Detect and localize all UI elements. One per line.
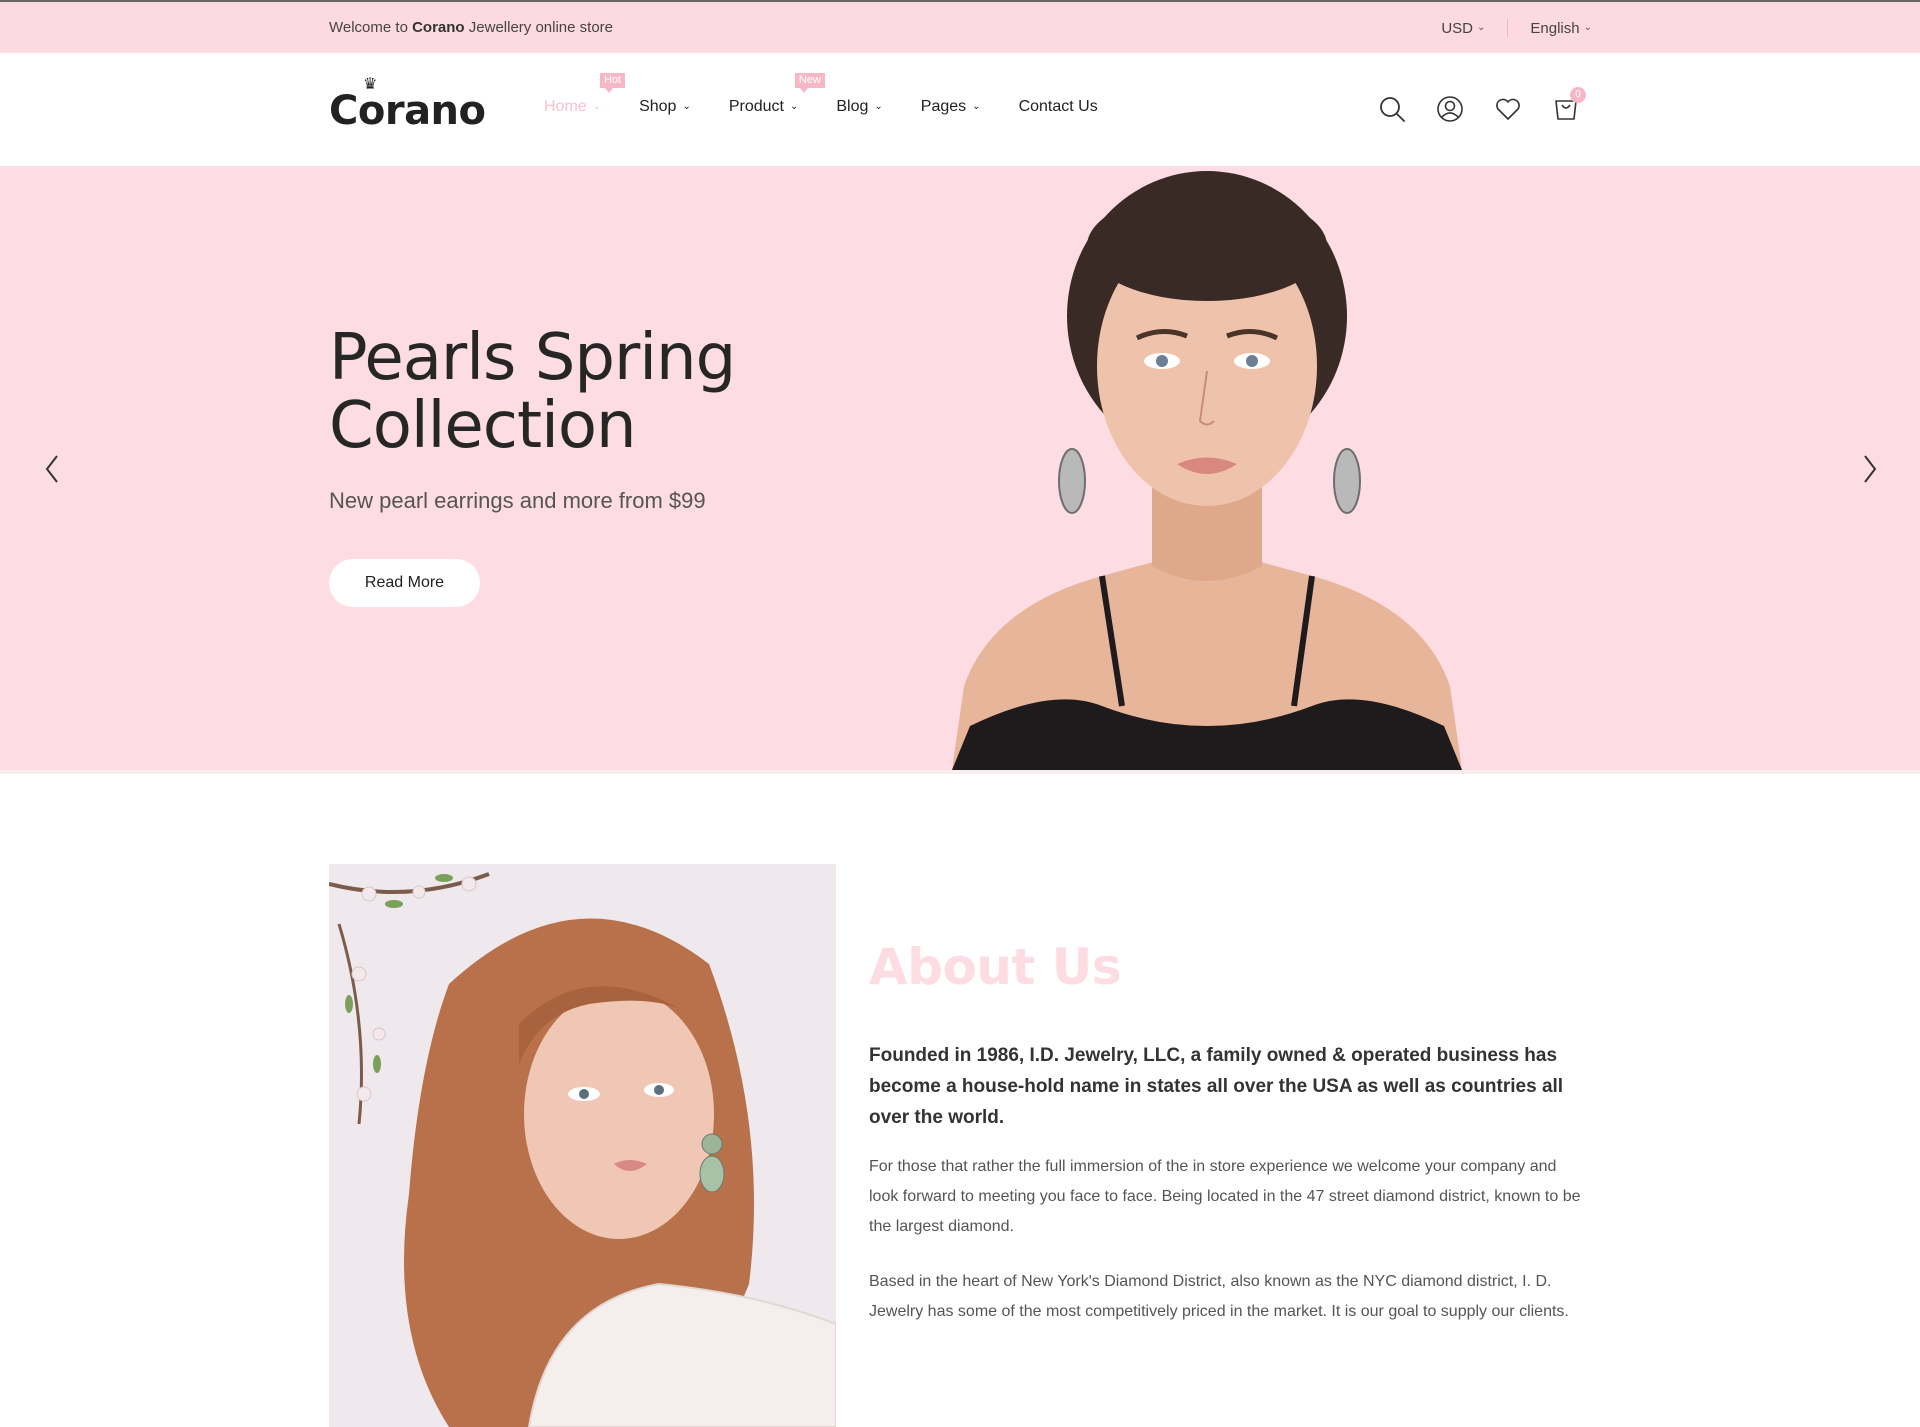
cart-icon[interactable]: 0 bbox=[1552, 87, 1586, 123]
chevron-down-icon: ⌄ bbox=[592, 100, 602, 112]
hero-title: Pearls Spring Collection bbox=[329, 321, 736, 463]
chevron-down-icon: ⌄ bbox=[1583, 21, 1592, 33]
logo[interactable]: ♛ Corano bbox=[329, 74, 486, 134]
nav-item-blog[interactable]: Blog ⌄ bbox=[836, 98, 882, 116]
nav-item-contact[interactable]: Contact Us bbox=[1019, 98, 1098, 116]
logo-text: Corano bbox=[329, 88, 486, 134]
hero-subtitle: New pearl earrings and more from $99 bbox=[329, 488, 706, 513]
about-lead-text: Founded in 1986, I.D. Jewelry, LLC, a fa… bbox=[869, 1045, 1564, 1128]
hot-badge: Hot bbox=[600, 73, 626, 93]
nav-item-pages[interactable]: Pages ⌄ bbox=[921, 98, 981, 116]
welcome-prefix: Welcome to bbox=[329, 19, 408, 36]
user-icon[interactable] bbox=[1436, 95, 1464, 123]
slider-prev-arrow[interactable] bbox=[42, 452, 62, 486]
chevron-down-icon: ⌄ bbox=[874, 100, 883, 112]
welcome-brand: Corano bbox=[412, 19, 465, 36]
nav-item-home[interactable]: Hot Home ⌄ bbox=[544, 73, 626, 116]
nav-label: Contact Us bbox=[1018, 98, 1098, 115]
new-badge: New bbox=[794, 73, 825, 93]
hero-slider: Pearls Spring Collection New pearl earri… bbox=[0, 166, 1920, 770]
chevron-down-icon: ⌄ bbox=[972, 100, 981, 112]
topbar-settings: USD ⌄ English ⌄ bbox=[1441, 19, 1592, 37]
nav-item-shop[interactable]: Shop ⌄ bbox=[639, 98, 691, 116]
language-selector[interactable]: English ⌄ bbox=[1530, 20, 1592, 37]
nav-label: Home bbox=[544, 98, 587, 115]
chevron-down-icon: ⌄ bbox=[682, 100, 691, 112]
search-icon[interactable] bbox=[1378, 95, 1406, 123]
hero-model-image bbox=[952, 166, 1462, 770]
chevron-down-icon: ⌄ bbox=[1477, 21, 1486, 33]
top-bar: Welcome to Corano Jewellery online store… bbox=[0, 0, 1920, 53]
about-paragraph-1: For those that rather the full immersion… bbox=[869, 1158, 1581, 1235]
about-title: About Us bbox=[869, 938, 1122, 996]
cart-count-badge: 0 bbox=[1570, 87, 1586, 103]
main-nav: Hot Home ⌄ Shop ⌄ New Product ⌄ Blog ⌄ P… bbox=[544, 73, 1098, 116]
section-divider bbox=[0, 770, 1920, 774]
heart-icon[interactable] bbox=[1494, 95, 1522, 123]
currency-label: USD bbox=[1441, 19, 1474, 37]
currency-selector[interactable]: USD ⌄ bbox=[1441, 20, 1485, 37]
nav-item-product[interactable]: New Product ⌄ bbox=[728, 73, 825, 116]
nav-label: Product bbox=[728, 98, 784, 115]
read-more-button[interactable]: Read More bbox=[329, 559, 480, 607]
about-paragraph-2: Based in the heart of New York's Diamond… bbox=[869, 1273, 1569, 1320]
nav-label: Shop bbox=[639, 98, 677, 115]
nav-label: Pages bbox=[920, 98, 967, 115]
main-header: ♛ Corano Hot Home ⌄ Shop ⌄ New Product ⌄… bbox=[0, 53, 1920, 166]
language-label: English bbox=[1530, 19, 1580, 37]
welcome-message: Welcome to Corano Jewellery online store bbox=[329, 19, 613, 36]
slider-next-arrow[interactable] bbox=[1860, 452, 1880, 486]
welcome-suffix: Jewellery online store bbox=[468, 19, 614, 36]
divider bbox=[1507, 19, 1509, 37]
chevron-down-icon: ⌄ bbox=[789, 100, 799, 112]
crown-icon: ♛ bbox=[363, 74, 377, 93]
about-model-image bbox=[329, 864, 836, 1427]
header-actions: 0 bbox=[1378, 87, 1586, 123]
nav-label: Blog bbox=[836, 98, 869, 115]
